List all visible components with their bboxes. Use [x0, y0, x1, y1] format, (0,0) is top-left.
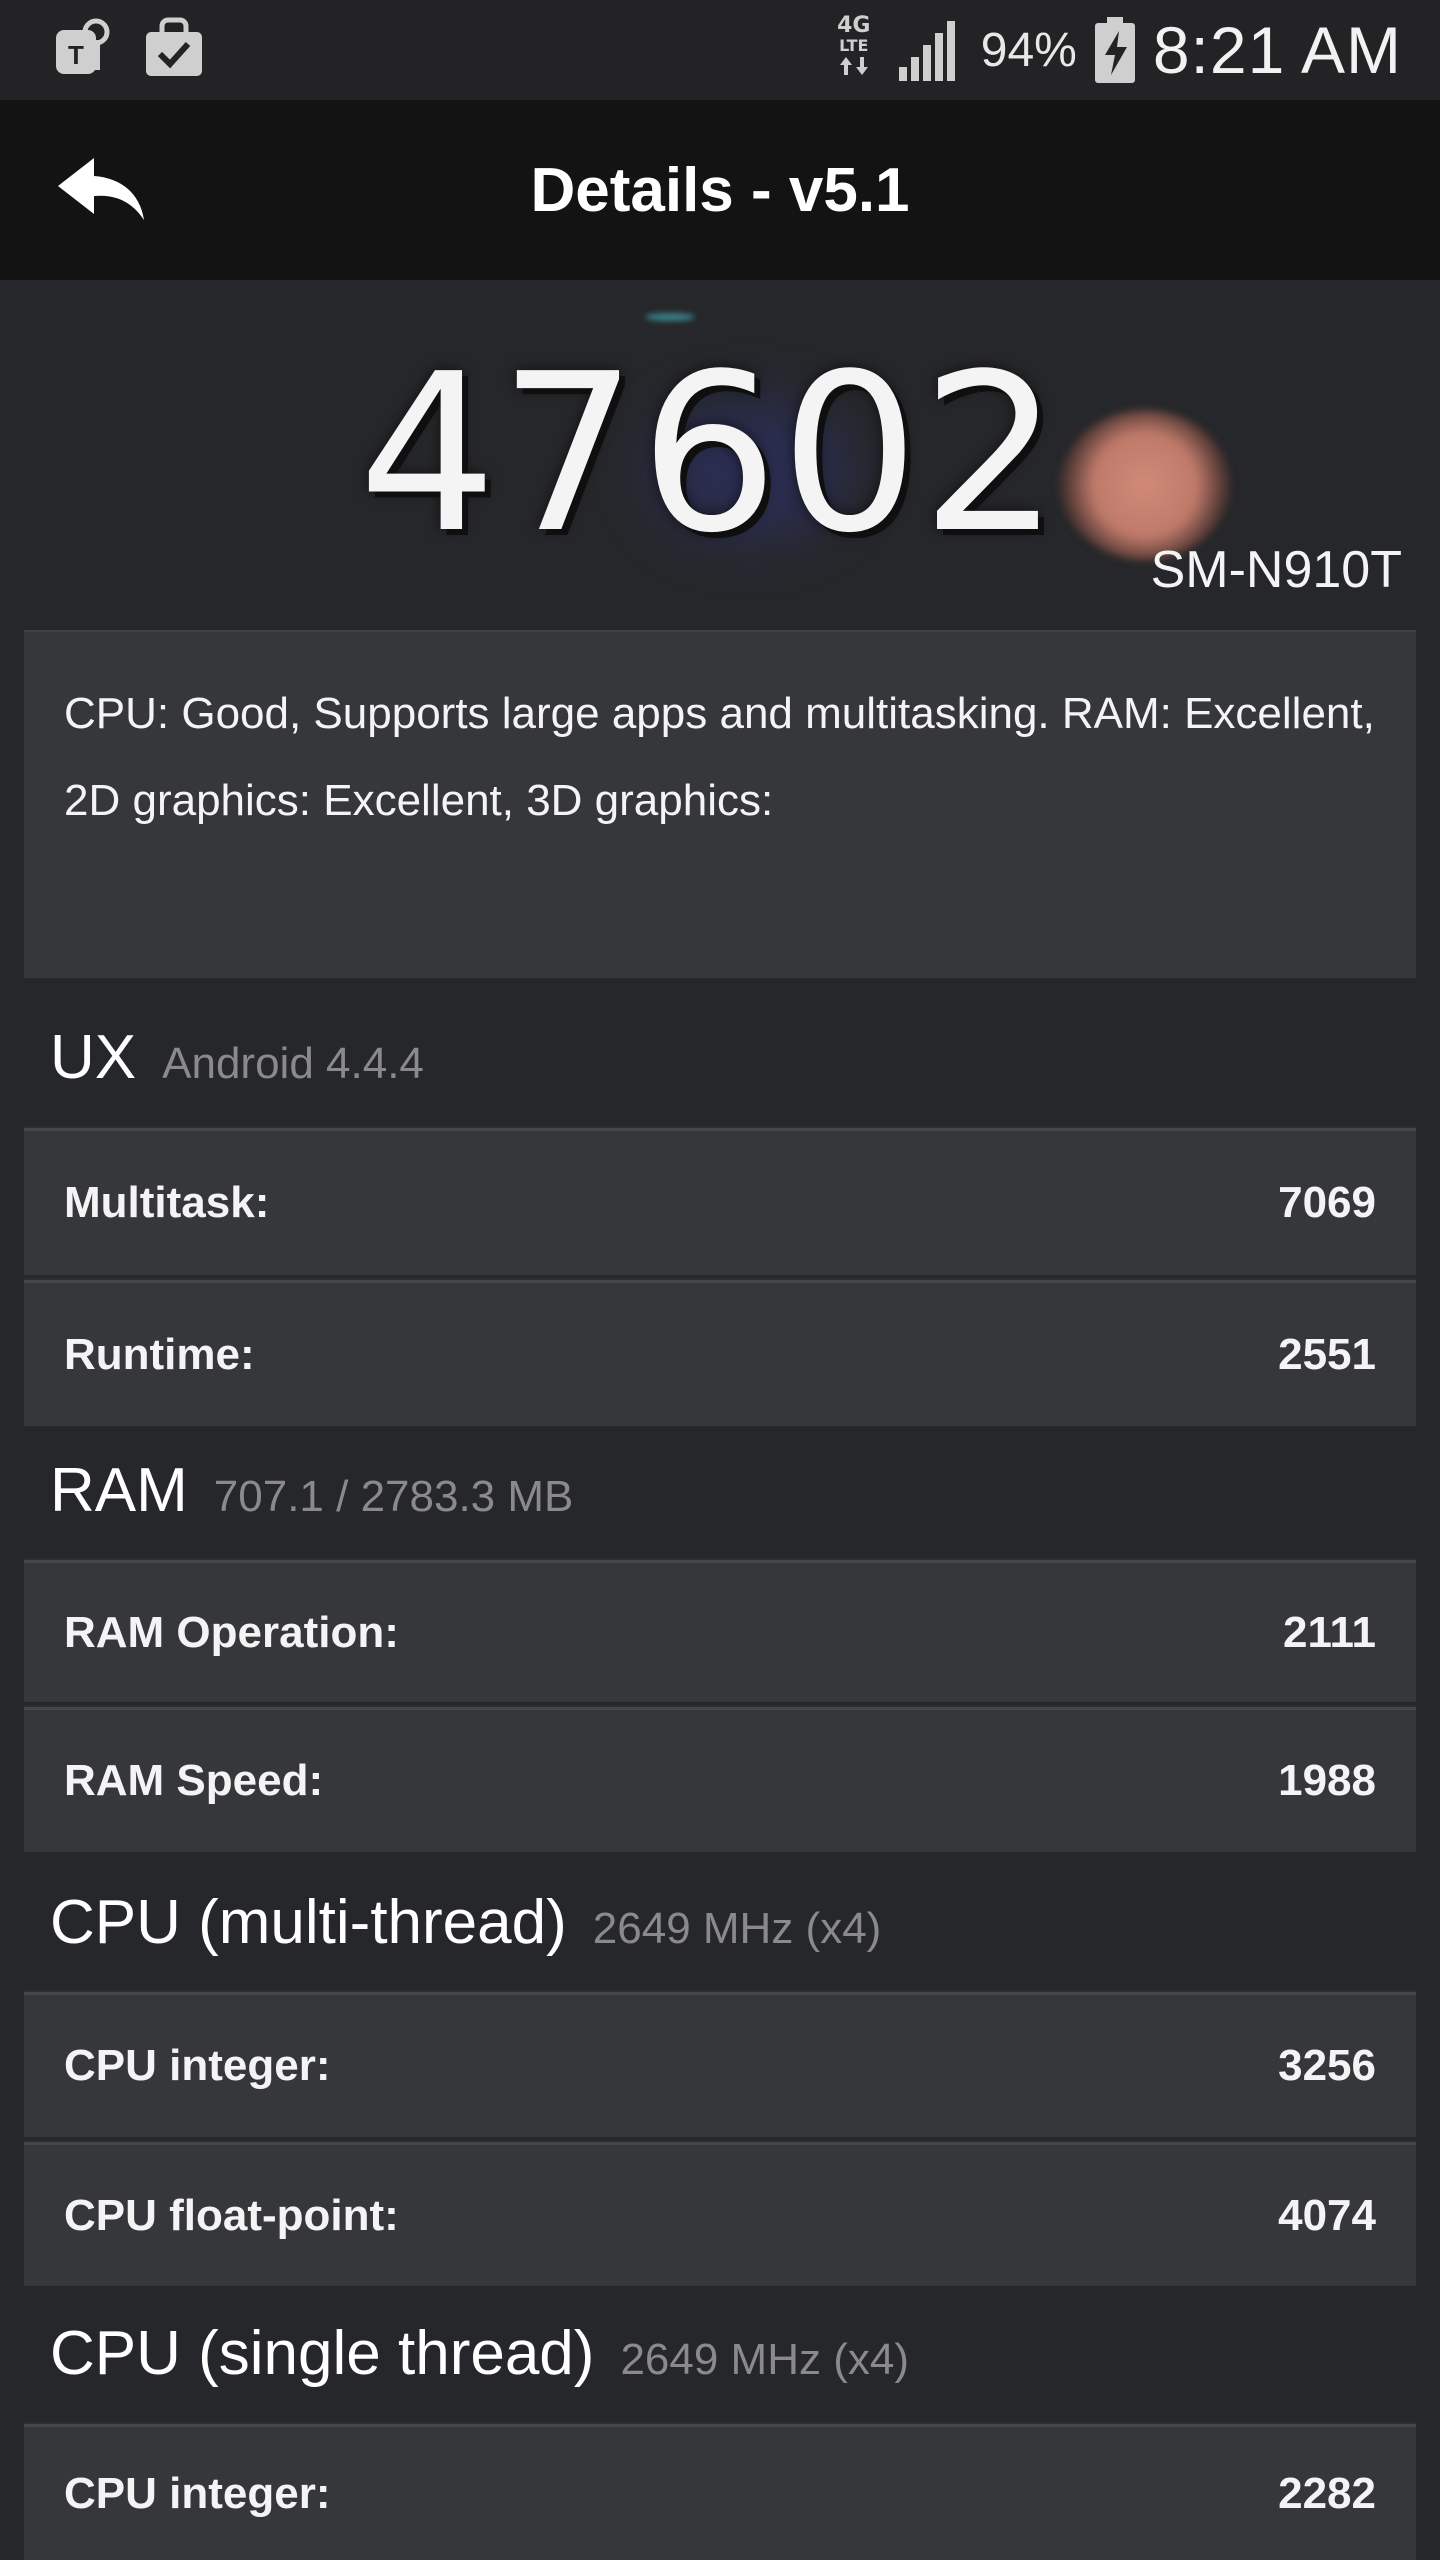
battery-charging-icon — [1093, 15, 1137, 85]
row-label: CPU integer: — [64, 2468, 331, 2518]
row-label: RAM Operation: — [64, 1607, 399, 1657]
row-value: 4074 — [1278, 2190, 1376, 2240]
score-area: 47602 SM-N910T — [0, 280, 1440, 630]
device-avatar — [1060, 410, 1230, 560]
device-model: SM-N910T — [1150, 541, 1402, 599]
row-label: Runtime: — [64, 1329, 255, 1379]
section-title: CPU (single thread) — [50, 2319, 595, 2388]
shopping-bag-check-icon — [142, 16, 206, 80]
row-label: RAM Speed: — [64, 1756, 324, 1805]
row-value: 2111 — [1282, 1607, 1376, 1657]
status-bar: T 4G LTE 94% 8:21 AM — [0, 0, 1440, 100]
row-value: 1988 — [1278, 1756, 1376, 1805]
score-row-cpu-integer-single[interactable]: CPU integer: 2282 — [24, 2424, 1416, 2560]
total-score: 47602 — [358, 328, 1062, 581]
clock: 8:21 AM — [1152, 13, 1402, 87]
score-row-multitask[interactable]: Multitask: 7069 — [24, 1128, 1416, 1275]
row-label: CPU integer: — [64, 2041, 331, 2090]
score-row-ram-speed[interactable]: RAM Speed: 1988 — [24, 1707, 1416, 1852]
score-row-ram-operation[interactable]: RAM Operation: 2111 — [24, 1560, 1416, 1702]
row-value: 7069 — [1278, 1178, 1376, 1227]
section-header-ram: RAM 707.1 / 2783.3 MB — [50, 1455, 573, 1526]
system-status: 4G LTE 94% 8:21 AM — [829, 0, 1402, 100]
row-label: CPU float-point: — [64, 2190, 399, 2240]
section-title: RAM — [50, 1456, 188, 1525]
section-header-cpu-multi: CPU (multi-thread) 2649 MHz (x4) — [50, 1887, 881, 1958]
score-row-runtime[interactable]: Runtime: 2551 — [24, 1280, 1416, 1426]
section-subtitle: Android 4.4.4 — [162, 1039, 424, 1088]
row-label: Multitask: — [64, 1178, 270, 1227]
score-row-cpu-integer[interactable]: CPU integer: 3256 — [24, 1992, 1416, 2137]
row-value: 2551 — [1278, 1329, 1376, 1379]
network-type: 4G — [837, 13, 871, 38]
row-value: 2282 — [1278, 2468, 1376, 2518]
summary-text: CPU: Good, Supports large apps and multi… — [64, 689, 1375, 825]
battery-percent: 94% — [980, 23, 1077, 77]
score-row-cpu-float[interactable]: CPU float-point: 4074 — [24, 2142, 1416, 2286]
signal-icon — [895, 15, 965, 85]
section-subtitle: 707.1 / 2783.3 MB — [213, 1472, 574, 1521]
section-header-cpu-single: CPU (single thread) 2649 MHz (x4) — [50, 2318, 909, 2389]
tmobile-icon: T — [50, 16, 114, 80]
network-sub: LTE — [839, 36, 869, 55]
app-bar: Details - v5.1 — [0, 100, 1440, 280]
svg-text:T: T — [68, 40, 84, 70]
decorative-glow — [645, 313, 695, 321]
section-title: CPU (multi-thread) — [50, 1888, 567, 1957]
notification-icons: T — [50, 16, 206, 80]
section-subtitle: 2649 MHz (x4) — [592, 1904, 882, 1953]
section-title: UX — [50, 1023, 137, 1092]
lte-data-icon: 4G LTE — [829, 15, 879, 85]
page-title: Details - v5.1 — [530, 156, 910, 225]
section-header-ux: UX Android 4.4.4 — [50, 1022, 424, 1093]
section-subtitle: 2649 MHz (x4) — [620, 2335, 909, 2384]
row-value: 3256 — [1278, 2041, 1376, 2090]
summary-card: CPU: Good, Supports large apps and multi… — [24, 630, 1416, 978]
